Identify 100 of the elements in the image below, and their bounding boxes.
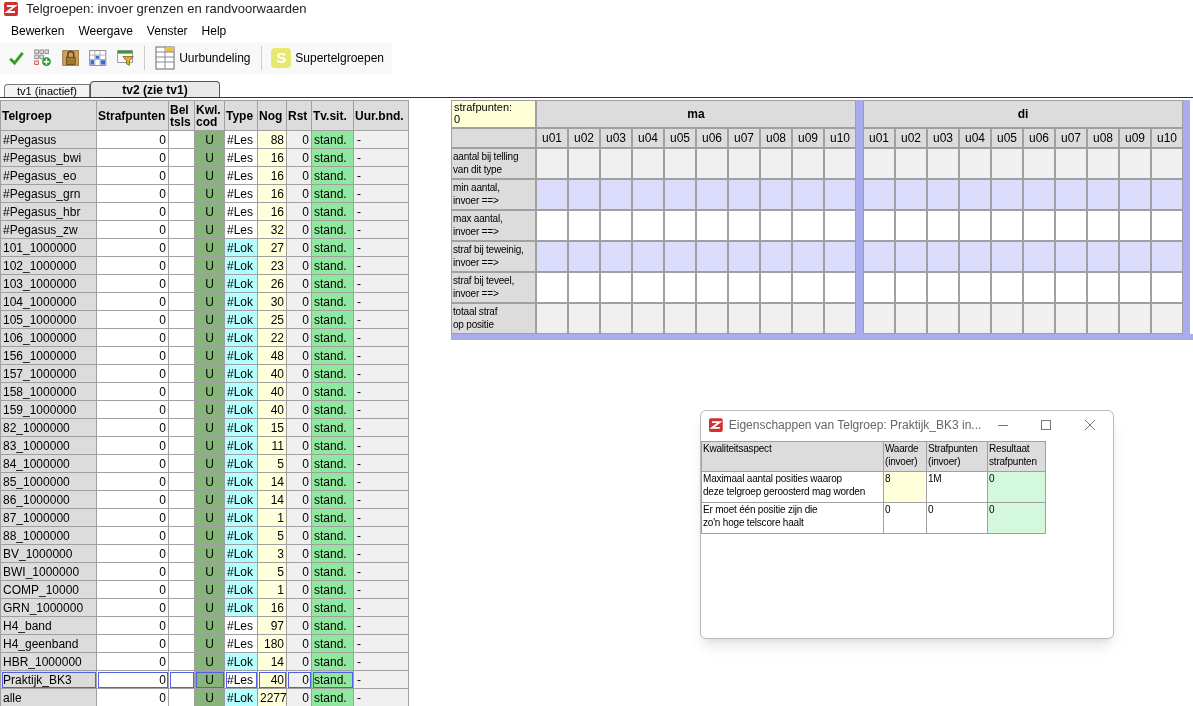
grid-cell[interactable] <box>792 179 824 210</box>
grid-cell[interactable] <box>895 272 927 303</box>
grid-cell[interactable] <box>824 272 856 303</box>
tab[interactable]: tv2 (zie tv1) <box>90 81 220 97</box>
grid-cell[interactable] <box>1119 272 1151 303</box>
grid-cell[interactable] <box>824 210 856 241</box>
menu-item[interactable]: Help <box>194 22 234 40</box>
grid-cell[interactable] <box>1151 148 1183 179</box>
grid-cell[interactable] <box>600 241 632 272</box>
grid-cell[interactable] <box>959 210 991 241</box>
grid-cell[interactable] <box>568 272 600 303</box>
grid-cell[interactable] <box>991 148 1023 179</box>
grid-cell[interactable] <box>664 303 696 334</box>
grid-cell[interactable] <box>632 272 664 303</box>
grid-cell[interactable] <box>863 272 895 303</box>
grid-cell[interactable] <box>895 303 927 334</box>
grid-cell[interactable] <box>1023 210 1055 241</box>
grid-cell[interactable] <box>991 241 1023 272</box>
grid-cell[interactable] <box>927 303 959 334</box>
grid-cell[interactable] <box>1151 179 1183 210</box>
column-header[interactable]: Telgroep <box>0 100 97 131</box>
column-header[interactable]: Rst <box>286 100 312 131</box>
grid-cell[interactable] <box>728 241 760 272</box>
grid-cell[interactable] <box>664 241 696 272</box>
grid-cell[interactable] <box>760 272 792 303</box>
grid-cell[interactable] <box>1023 241 1055 272</box>
grid-cell[interactable] <box>863 210 895 241</box>
grid-cell[interactable] <box>568 179 600 210</box>
grid-cell[interactable] <box>792 272 824 303</box>
grid-cell[interactable] <box>792 241 824 272</box>
toolbar-button[interactable]: Uurbundeling <box>155 46 251 70</box>
grid-cell[interactable] <box>632 303 664 334</box>
grid-cell[interactable] <box>895 148 927 179</box>
grid-cell[interactable] <box>959 241 991 272</box>
grid-cell[interactable] <box>536 210 568 241</box>
grid-cell[interactable] <box>1151 303 1183 334</box>
grid-cell[interactable] <box>863 241 895 272</box>
column-header[interactable]: Kwl. cod <box>194 100 225 131</box>
column-header[interactable]: Nog <box>257 100 287 131</box>
column-header[interactable]: Uur.bnd. <box>353 100 409 131</box>
grid-cell[interactable] <box>1055 179 1087 210</box>
menu-item[interactable]: Venster <box>139 22 195 40</box>
grid-cell[interactable] <box>1151 210 1183 241</box>
grid-cell[interactable] <box>1119 148 1151 179</box>
grid-cell[interactable] <box>632 210 664 241</box>
grid-cell[interactable] <box>792 210 824 241</box>
grid-cell[interactable] <box>536 148 568 179</box>
table-cell[interactable]: 0 <box>926 502 988 534</box>
menu-item[interactable]: Weergave <box>71 22 140 40</box>
grid-cell[interactable] <box>600 179 632 210</box>
grid-cell[interactable] <box>1055 210 1087 241</box>
grid-cell[interactable] <box>927 179 959 210</box>
grid-cell[interactable] <box>536 241 568 272</box>
grid-cell[interactable] <box>664 179 696 210</box>
grid-cell[interactable] <box>536 179 568 210</box>
grid-cell[interactable] <box>824 148 856 179</box>
grid-cell[interactable] <box>824 179 856 210</box>
grid-cell[interactable] <box>760 241 792 272</box>
grid-cell[interactable] <box>1151 241 1183 272</box>
grid-cell[interactable] <box>792 148 824 179</box>
grid-cell[interactable] <box>760 303 792 334</box>
grid-cell[interactable] <box>1023 272 1055 303</box>
grid-cell[interactable] <box>1087 210 1119 241</box>
grid-cell[interactable] <box>1055 148 1087 179</box>
grid-cell[interactable] <box>863 303 895 334</box>
grid-cell[interactable] <box>568 210 600 241</box>
table-cell[interactable]: 1M <box>926 471 988 503</box>
grid-cell[interactable] <box>568 303 600 334</box>
grid-cell[interactable] <box>760 179 792 210</box>
grid-cell[interactable] <box>1023 179 1055 210</box>
grid-cell[interactable] <box>927 148 959 179</box>
column-header[interactable]: Tv.sit. <box>311 100 354 131</box>
grid-cell[interactable] <box>824 241 856 272</box>
grid-cell[interactable] <box>1119 210 1151 241</box>
grid-cell[interactable] <box>664 272 696 303</box>
column-header[interactable]: Strafpunten <box>96 100 169 131</box>
grid-cell[interactable] <box>632 148 664 179</box>
grid-cell[interactable] <box>927 272 959 303</box>
grid-cell[interactable] <box>792 303 824 334</box>
grid-cell[interactable] <box>991 179 1023 210</box>
grid-cell[interactable] <box>895 179 927 210</box>
grid-cell[interactable] <box>1087 241 1119 272</box>
grid-cell[interactable] <box>1023 303 1055 334</box>
grid-cell[interactable] <box>728 272 760 303</box>
grid-cell[interactable] <box>959 303 991 334</box>
grid-cell[interactable] <box>696 272 728 303</box>
grid-cell[interactable] <box>991 210 1023 241</box>
grid-cell[interactable] <box>927 241 959 272</box>
grid-cell[interactable] <box>1023 148 1055 179</box>
grid-cell[interactable] <box>959 148 991 179</box>
column-header[interactable]: Type <box>224 100 258 131</box>
grid-cell[interactable] <box>600 303 632 334</box>
tab[interactable]: tv1 (inactief) <box>4 84 90 97</box>
grid-cell[interactable] <box>664 148 696 179</box>
grid-cell[interactable] <box>1087 272 1119 303</box>
grid-cell[interactable] <box>632 241 664 272</box>
grid-cell[interactable] <box>696 179 728 210</box>
grid-cell[interactable] <box>1055 272 1087 303</box>
grid-cell[interactable] <box>1055 241 1087 272</box>
column-header[interactable]: Bel tsls <box>168 100 195 131</box>
